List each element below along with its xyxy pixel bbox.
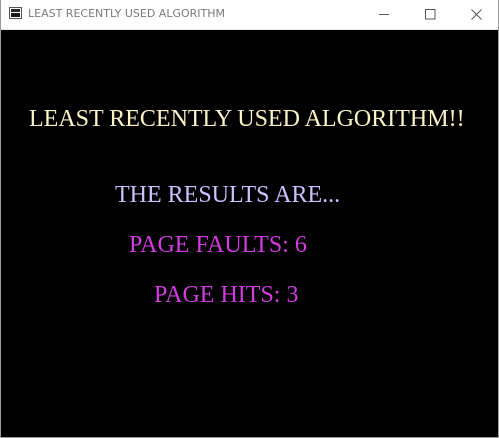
- algorithm-heading: LEAST RECENTLY USED ALGORITHM!!: [29, 106, 465, 132]
- minimize-icon: [379, 14, 389, 15]
- results-label: THE RESULTS ARE...: [115, 182, 341, 208]
- title-bar[interactable]: LEAST RECENTLY USED ALGORITHM: [1, 0, 498, 30]
- app-window-icon: [9, 7, 22, 19]
- app-window: LEAST RECENTLY USED ALGORITHM LEAST RECE…: [0, 0, 499, 438]
- window-title: LEAST RECENTLY USED ALGORITHM: [28, 7, 226, 20]
- page-hits-value: PAGE HITS: 3: [154, 282, 299, 308]
- minimize-button[interactable]: [361, 0, 407, 29]
- close-button[interactable]: [453, 0, 498, 29]
- close-icon: [471, 9, 482, 20]
- output-canvas: LEAST RECENTLY USED ALGORITHM!! THE RESU…: [1, 30, 498, 437]
- page-faults-value: PAGE FAULTS: 6: [129, 232, 307, 258]
- maximize-button[interactable]: [407, 0, 453, 29]
- maximize-icon: [425, 9, 436, 20]
